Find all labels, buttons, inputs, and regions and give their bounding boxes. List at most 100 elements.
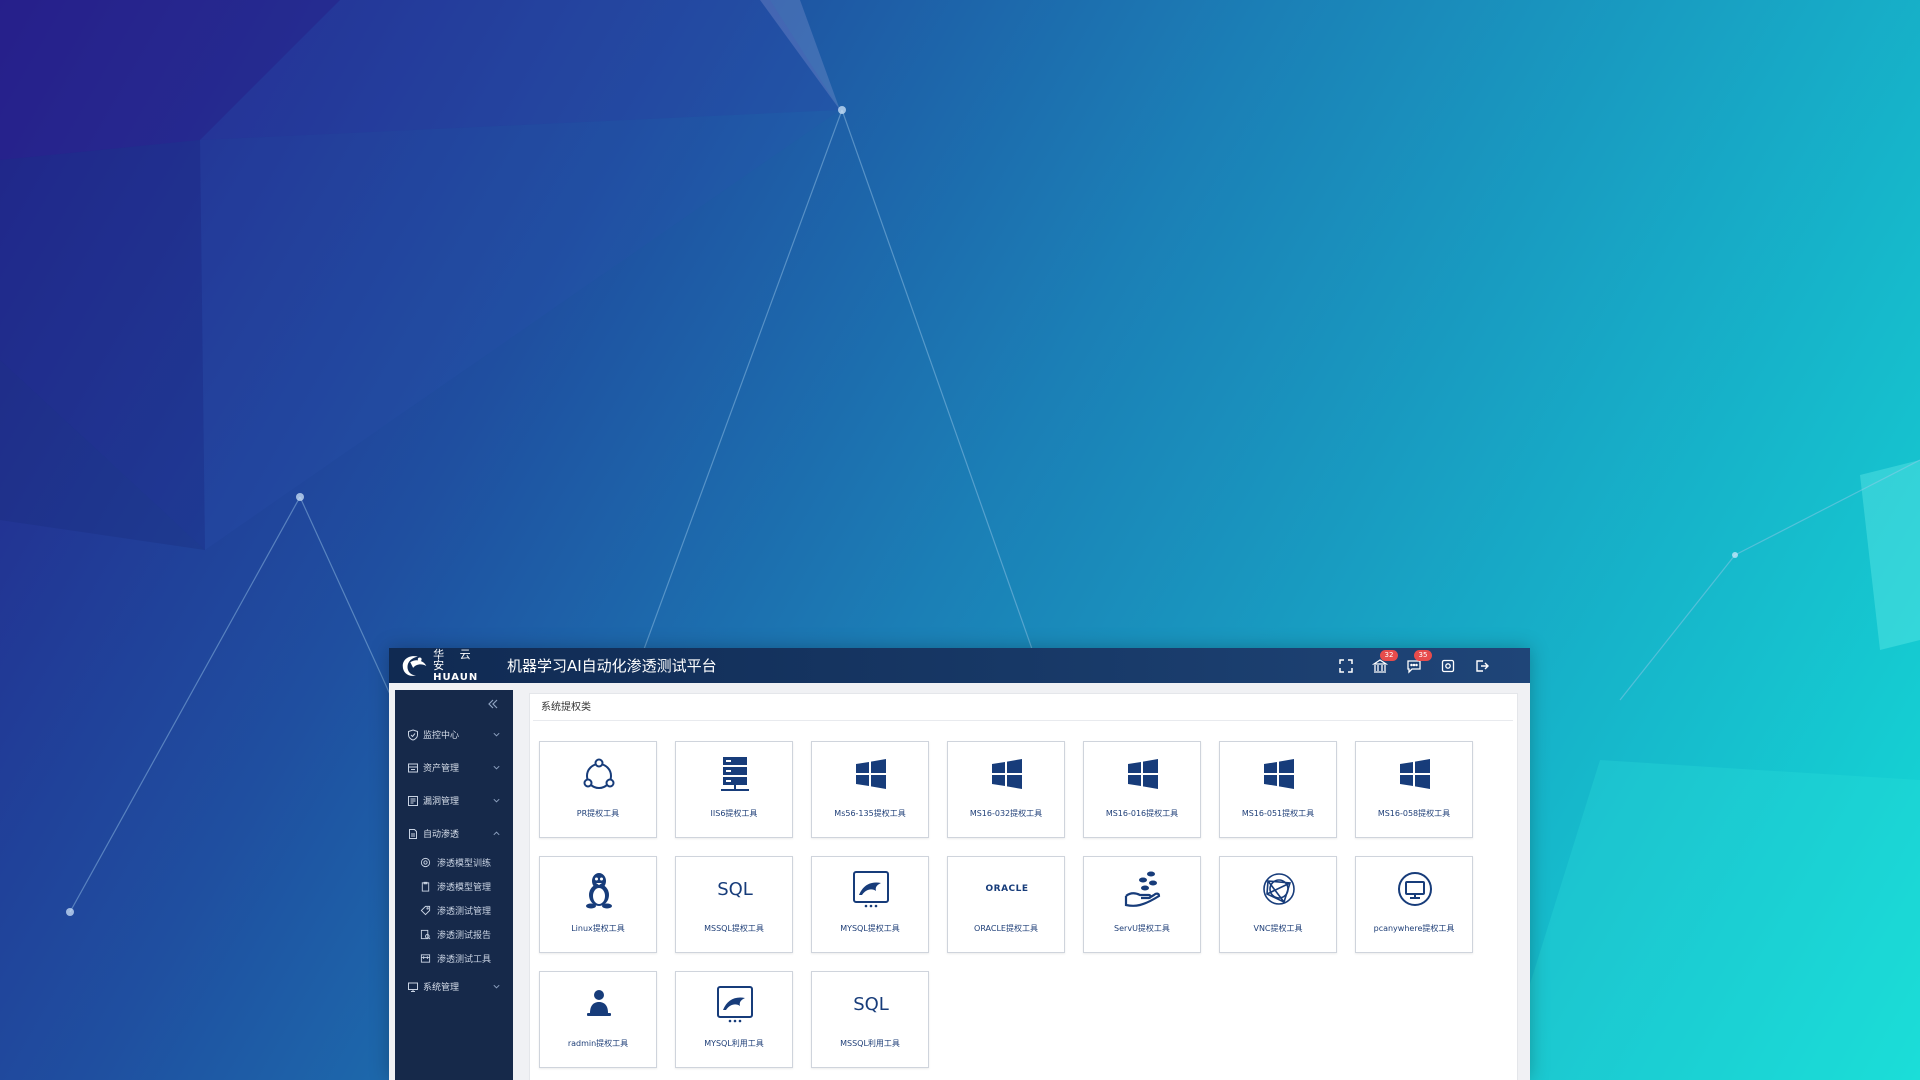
tool-tile-ms16-051[interactable]: MS16-051提权工具 (1219, 741, 1337, 838)
tool-tile-pr[interactable]: PR提权工具 (539, 741, 657, 838)
main-content: 系统提权类 PR提权工具 IIS6提权工具 Ms56-135提权工具 MS16-… (529, 693, 1518, 1080)
logo-text-cn: 华 云 安 (433, 648, 477, 672)
share-nodes-icon (583, 758, 615, 789)
tool-label: VNC提权工具 (1253, 924, 1303, 933)
tool-label: MS16-032提权工具 (969, 809, 1043, 818)
top-actions: 32 35 (1322, 648, 1492, 683)
sidebar-item-label: 监控中心 (423, 731, 460, 741)
sidebar-item-assets[interactable]: 资产管理 (395, 751, 513, 784)
chevron-down-icon (493, 765, 500, 770)
tool-label: MS16-016提权工具 (1105, 809, 1179, 818)
chevron-down-icon (493, 984, 500, 989)
eagle-logo-icon (402, 655, 427, 676)
tool-tile-radmin[interactable]: radmin提权工具 (539, 971, 657, 1068)
tool-tile-ms16-032[interactable]: MS16-032提权工具 (947, 741, 1065, 838)
logo-text-en: HUAUN (433, 671, 479, 683)
submenu-item-label: 渗透模型训练 (437, 858, 492, 869)
submenu-item-test-report[interactable]: 渗透测试报告 (395, 922, 513, 946)
logout-button[interactable] (1472, 656, 1492, 676)
fullscreen-button[interactable] (1336, 656, 1356, 676)
logout-icon (1476, 659, 1489, 672)
user-laptop-icon (587, 990, 611, 1016)
sql-icon-text: SQL (717, 878, 753, 900)
assets-icon (408, 763, 418, 772)
windows-icon (1128, 759, 1158, 789)
sidebar-menu: 监控中心 资产管理 漏洞管理 自动渗透 渗透模型训练 渗透模型管理 渗透测试管理… (395, 718, 513, 1003)
report-search-icon (420, 929, 431, 939)
app-window: 华 云 安 HUAUN 机器学习AI自动化渗透测试平台 32 35 监控中心 资… (389, 648, 1530, 1080)
sidebar-item-vulnerabilities[interactable]: 漏洞管理 (395, 784, 513, 817)
sidebar-item-label: 系统管理 (423, 983, 460, 993)
tool-tile-pcanywhere[interactable]: pcanywhere提权工具 (1355, 856, 1473, 953)
windows-icon (1400, 759, 1430, 789)
tool-tile-linux[interactable]: Linux提权工具 (539, 856, 657, 953)
sidebar-item-monitor[interactable]: 监控中心 (395, 718, 513, 751)
sql-icon: SQL (715, 869, 755, 909)
mysql-dolphin-icon (853, 871, 889, 908)
mysql-dolphin-icon (717, 986, 753, 1023)
tool-tile-mssql[interactable]: SQL MSSQL提权工具 (675, 856, 793, 953)
sidebar-item-system[interactable]: 系统管理 (395, 970, 513, 1003)
submenu-item-test-tools[interactable]: 渗透测试工具 (395, 946, 513, 970)
oracle-icon: ORACLE (985, 869, 1029, 909)
chevron-down-icon (493, 798, 500, 803)
messages-badge: 35 (1414, 649, 1432, 661)
sidebar-item-label: 自动渗透 (423, 830, 460, 840)
tool-label: MSSQL提权工具 (704, 924, 764, 933)
alerts-button[interactable]: 32 (1370, 649, 1398, 676)
tool-label: PR提权工具 (576, 809, 620, 818)
oracle-icon-text: ORACLE (985, 884, 1029, 894)
settings-box-icon (1441, 659, 1455, 672)
windows-icon (992, 759, 1022, 789)
tool-label: IIS6提权工具 (710, 809, 758, 818)
alerts-badge: 32 (1380, 649, 1398, 661)
tool-tile-iis6[interactable]: IIS6提权工具 (675, 741, 793, 838)
sidebar-item-label: 资产管理 (423, 764, 460, 774)
settings-button[interactable] (1438, 656, 1458, 676)
submenu-item-model-training[interactable]: 渗透模型训练 (395, 850, 513, 874)
submenu-item-label: 渗透模型管理 (437, 882, 492, 893)
tag-icon (420, 905, 431, 915)
submenu-item-label: 渗透测试工具 (437, 954, 492, 965)
tool-tile-servu[interactable]: ServU提权工具 (1083, 856, 1201, 953)
chevron-down-icon (493, 732, 500, 737)
windows-icon (1264, 759, 1294, 789)
tool-label: radmin提权工具 (567, 1039, 629, 1048)
monitor-icon (1398, 872, 1432, 906)
chevron-up-icon (493, 831, 500, 836)
tool-tile-mysql-exploit[interactable]: MYSQL利用工具 (675, 971, 793, 1068)
tool-label: MS16-051提权工具 (1241, 809, 1315, 818)
sql-icon: SQL (851, 984, 891, 1024)
shield-icon (408, 728, 418, 741)
hand-coins-icon (1124, 871, 1161, 907)
submenu-item-label: 渗透测试报告 (437, 930, 492, 941)
tool-tile-ms16-058[interactable]: MS16-058提权工具 (1355, 741, 1473, 838)
tool-tile-oracle[interactable]: ORACLE ORACLE提权工具 (947, 856, 1065, 953)
panel-title: 系统提权类 (533, 694, 1513, 721)
windows-icon (856, 759, 886, 789)
sidebar-item-auto-pentest[interactable]: 自动渗透 (395, 817, 513, 850)
linux-icon (586, 873, 612, 909)
sql-icon-text: SQL (853, 993, 889, 1015)
tool-label: Ms56-135提权工具 (834, 809, 906, 818)
tool-label: MS16-058提权工具 (1377, 809, 1451, 818)
submenu-item-test-management[interactable]: 渗透测试管理 (395, 898, 513, 922)
tool-tile-ms56-135[interactable]: Ms56-135提权工具 (811, 741, 929, 838)
collapse-sidebar-icon[interactable] (487, 698, 499, 710)
top-bar: 华 云 安 HUAUN 机器学习AI自动化渗透测试平台 32 35 (389, 648, 1530, 683)
bug-report-icon (408, 795, 418, 806)
tool-label: ServU提权工具 (1114, 924, 1170, 933)
logo: 华 云 安 HUAUN (399, 649, 499, 683)
toolbox-icon (420, 953, 431, 963)
tool-tile-vnc[interactable]: VNC提权工具 (1219, 856, 1337, 953)
tool-label: Linux提权工具 (571, 924, 625, 933)
messages-button[interactable]: 35 (1404, 649, 1432, 676)
tool-tile-mssql-exploit[interactable]: SQL MSSQL利用工具 (811, 971, 929, 1068)
monitor-settings-icon (408, 982, 418, 992)
tool-tile-mysql[interactable]: MYSQL提权工具 (811, 856, 929, 953)
app-title: 机器学习AI自动化渗透测试平台 (507, 657, 717, 675)
submenu-item-model-management[interactable]: 渗透模型管理 (395, 874, 513, 898)
tool-label: MYSQL提权工具 (840, 924, 900, 933)
tool-label: pcanywhere提权工具 (1373, 924, 1455, 933)
tool-tile-ms16-016[interactable]: MS16-016提权工具 (1083, 741, 1201, 838)
